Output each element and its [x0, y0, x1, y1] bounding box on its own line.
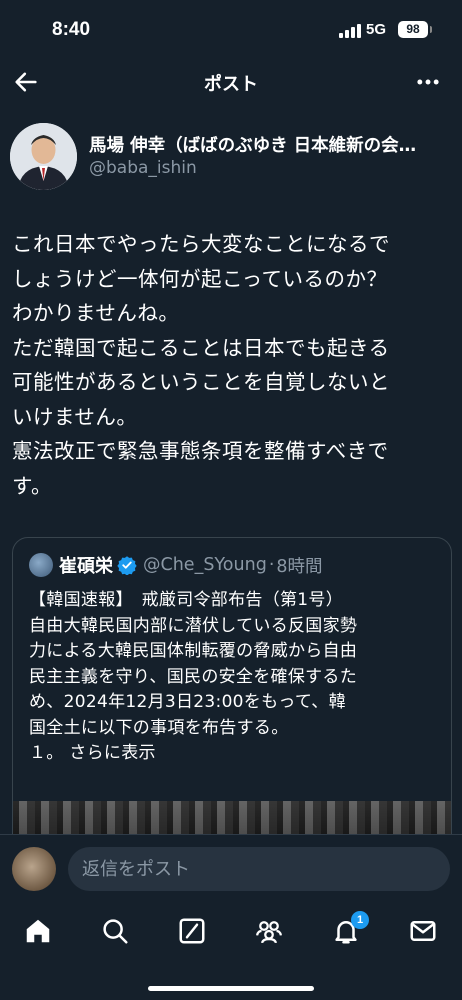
quote-line: 力による大韓民国体制転覆の脅威から自由: [29, 641, 358, 661]
show-more-link[interactable]: １。 さらに表示: [29, 741, 441, 767]
reply-input[interactable]: [68, 847, 450, 891]
page-title: ポスト: [204, 74, 258, 95]
battery-tip: [430, 26, 432, 33]
post-line: これ日本でやったら大変なことになるで: [12, 232, 390, 256]
quote-line: 国全土に以下の事項を布告する。: [29, 717, 289, 738]
quoted-post-text: 【韓国速報】 戒厳司令部布告（第1号） 自由大韓民国内部に潜伏している反国家勢 …: [29, 588, 441, 767]
post-line: いけません。: [12, 404, 138, 429]
quoted-post-time: 8時間: [276, 556, 323, 577]
author-name[interactable]: 馬場 伸幸（ばばのぶゆき 日本維新の会…: [89, 132, 449, 157]
signal-icon: [339, 24, 361, 38]
quote-line: 【韓国速報】 戒厳司令部布告（第1号）: [29, 590, 344, 610]
battery-icon: 98: [398, 21, 428, 38]
user-avatar[interactable]: [12, 847, 56, 891]
home-icon[interactable]: [23, 916, 53, 946]
home-indicator: [148, 986, 314, 991]
status-bar: 8:40 5G 98: [0, 0, 462, 60]
post-line: す。: [12, 473, 52, 498]
status-time: 8:40: [52, 19, 91, 40]
post-line: しょうけど一体何が起こっているのか？: [12, 266, 388, 291]
notification-badge: 1: [351, 911, 369, 929]
author-avatar[interactable]: [10, 123, 77, 190]
grok-icon[interactable]: [177, 916, 207, 946]
verified-badge-icon: [117, 556, 137, 575]
messages-icon[interactable]: [408, 916, 438, 946]
quoted-author-avatar[interactable]: [29, 553, 53, 577]
nav-header: ポスト: [0, 60, 462, 104]
quote-line: 自由大韓民国内部に潜伏している反国家勢: [29, 615, 358, 636]
ellipsis-icon[interactable]: [414, 68, 442, 96]
communities-icon[interactable]: [254, 916, 284, 946]
quoted-post-header: 崔碩栄 @Che_SYoung · 8時間: [29, 552, 323, 578]
post-line: 可能性があるということを自覚しないと: [12, 370, 390, 394]
author-handle[interactable]: @baba_ishin: [89, 158, 197, 178]
separator-dot: ·: [268, 555, 275, 575]
post-line: ただ韓国で起こることは日本でも起きる: [12, 335, 390, 360]
post-body: これ日本でやったら大変なことになるで しょうけど一体何が起こっているのか？ わか…: [12, 227, 452, 503]
network-label: 5G: [366, 21, 387, 38]
quote-line: め、2024年12月3日23:00をもって、韓: [29, 692, 346, 712]
quoted-author-handle[interactable]: @Che_SYoung: [143, 555, 267, 575]
quoted-post-card[interactable]: 崔碩栄 @Che_SYoung · 8時間 【韓国速報】 戒厳司令部布告（第1号…: [12, 537, 452, 867]
post-line: わかりませんね。: [12, 301, 180, 325]
quote-line: 民主主義を守り、国民の安全を確保するた: [29, 666, 358, 687]
search-icon[interactable]: [100, 916, 130, 946]
post-line: 憲法改正で緊急事態条項を整備すべきで: [12, 439, 389, 463]
reply-bar: [0, 834, 462, 904]
quoted-author-name[interactable]: 崔碩栄: [59, 552, 113, 578]
